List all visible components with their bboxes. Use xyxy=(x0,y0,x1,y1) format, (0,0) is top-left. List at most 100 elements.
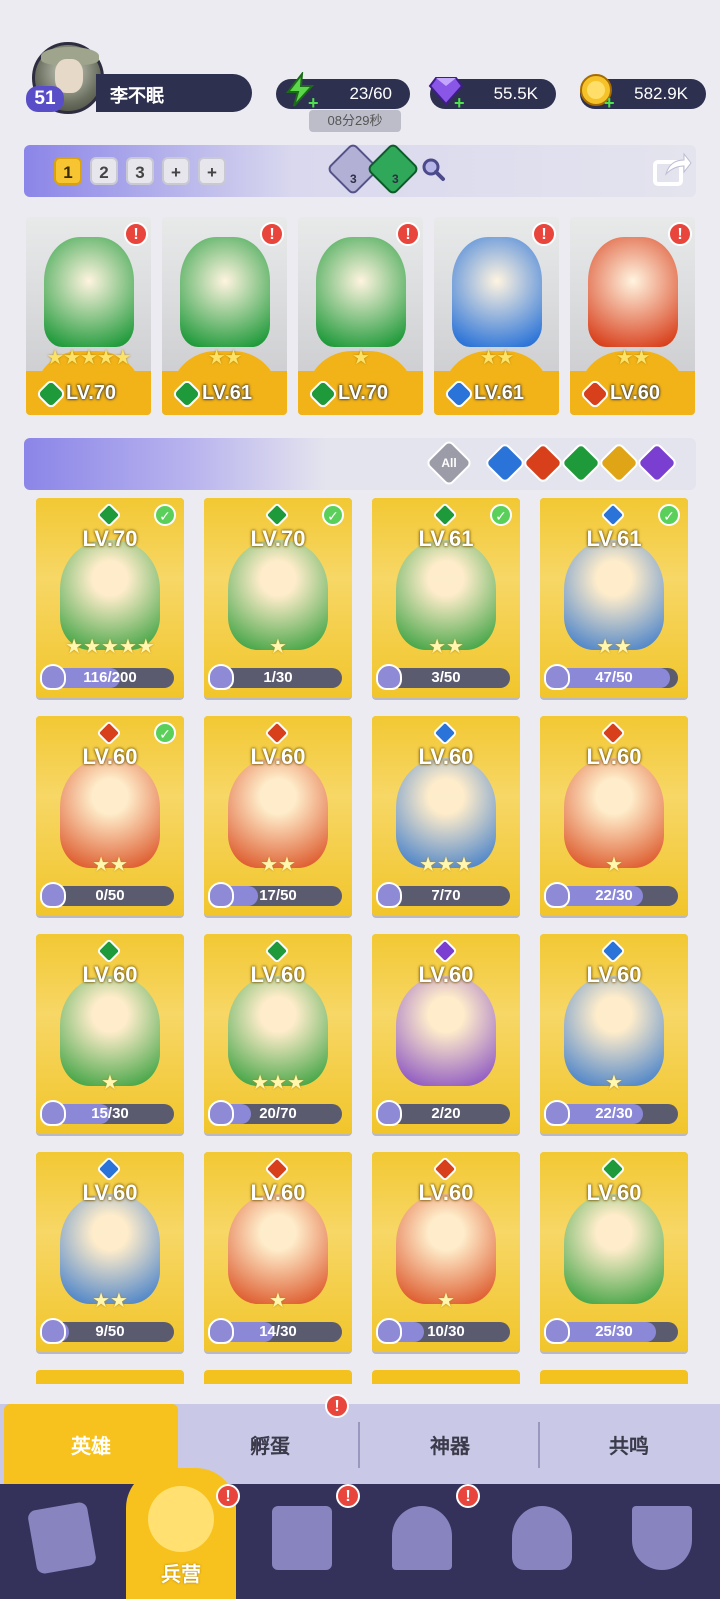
star-rating: ★ xyxy=(605,854,623,876)
team-hero-card[interactable]: ★ LV.70 xyxy=(298,217,423,415)
hero-portrait xyxy=(316,237,406,347)
tab-artifacts[interactable]: 神器 xyxy=(362,1404,538,1490)
nav-guild[interactable] xyxy=(622,1500,702,1580)
nav-castle[interactable] xyxy=(382,1500,462,1580)
team-slot-3[interactable]: 3 xyxy=(126,157,154,185)
star-rating: ★ xyxy=(437,1290,455,1312)
team-hero-card[interactable]: ★★ LV.61 xyxy=(434,217,559,415)
team-slot-2[interactable]: 2 xyxy=(90,157,118,185)
star-rating: ★★ xyxy=(260,854,296,876)
team-hero-card[interactable]: ★★ LV.61 xyxy=(162,217,287,415)
shard-icon xyxy=(544,882,570,908)
star-rating: ★★★ xyxy=(419,854,473,876)
nav-cards-icon[interactable] xyxy=(22,1500,102,1580)
player-name: 李不眠 xyxy=(110,86,164,106)
team-slot-add-1[interactable]: + xyxy=(162,157,190,185)
team-hero-card[interactable]: ★★ LV.60 xyxy=(570,217,695,415)
energy-plus-icon[interactable]: + xyxy=(308,94,322,112)
hero-card-partial[interactable] xyxy=(36,1370,184,1384)
castle-alert-badge: ! xyxy=(456,1484,480,1508)
hero-level: LV.61 xyxy=(474,382,525,404)
star-rating: ★★ xyxy=(596,636,632,658)
hero-alert-badge: ! xyxy=(532,222,556,246)
hero-card[interactable]: LV.61 ★★ 3/50 ✓ xyxy=(372,498,520,698)
coins-plus-icon[interactable]: + xyxy=(604,94,618,112)
shard-icon xyxy=(544,1100,570,1126)
in-team-check-icon: ✓ xyxy=(658,504,680,526)
hero-card[interactable]: LV.60 ★★★ 20/70 xyxy=(204,934,352,1134)
energy-value: 23/60 xyxy=(349,84,392,103)
hero-card[interactable]: LV.60 ★★★ 7/70 xyxy=(372,716,520,916)
hero-card[interactable]: LV.60 ★ 22/30 xyxy=(540,934,688,1134)
hero-level: LV.60 xyxy=(418,1180,474,1205)
hero-card-partial[interactable] xyxy=(204,1370,352,1384)
hero-level: LV.70 xyxy=(250,526,306,551)
star-rating: ★ xyxy=(269,1290,287,1312)
search-icon[interactable] xyxy=(420,156,446,182)
hero-portrait xyxy=(564,1194,664,1304)
hero-portrait xyxy=(452,237,542,347)
hero-level: LV.70 xyxy=(338,382,389,404)
energy-icon: + xyxy=(282,70,319,112)
hero-portrait xyxy=(44,237,134,347)
castle-icon xyxy=(392,1506,452,1570)
team-slot-add-2[interactable]: + xyxy=(198,157,226,185)
tab-divider xyxy=(538,1422,540,1468)
player-level-badge: 51 xyxy=(26,86,64,112)
hero-card[interactable]: LV.60 2/20 xyxy=(372,934,520,1134)
shard-icon xyxy=(376,882,402,908)
hero-card[interactable]: LV.60 ★ 14/30 xyxy=(204,1152,352,1352)
shard-icon xyxy=(40,1100,66,1126)
mushroom-icon xyxy=(512,1506,572,1570)
hero-card[interactable]: LV.60 ★★ 9/50 xyxy=(36,1152,184,1352)
hero-card[interactable]: LV.60 25/30 xyxy=(540,1152,688,1352)
map-icon xyxy=(272,1506,332,1570)
star-rating: ★★ xyxy=(207,347,243,369)
nav-mushroom[interactable] xyxy=(502,1500,582,1580)
gems-plus-icon[interactable]: + xyxy=(454,94,468,112)
shard-icon xyxy=(376,1100,402,1126)
hero-card[interactable]: LV.70 ★★★★★ 116/200 ✓ xyxy=(36,498,184,698)
shard-icon xyxy=(544,1318,570,1344)
tab-divider xyxy=(358,1422,360,1468)
tab-resonance[interactable]: 共鸣 xyxy=(542,1404,716,1490)
nav-map[interactable] xyxy=(262,1500,342,1580)
shard-icon xyxy=(40,882,66,908)
hero-card[interactable]: LV.60 ★ 15/30 xyxy=(36,934,184,1134)
star-rating: ★★★★★ xyxy=(46,347,132,369)
hero-level: LV.60 xyxy=(250,962,306,987)
hero-level: LV.60 xyxy=(418,962,474,987)
star-rating: ★★ xyxy=(92,1290,128,1312)
star-rating: ★★ xyxy=(479,347,515,369)
team-hero-card[interactable]: ★★★★★ LV.70 xyxy=(26,217,151,415)
hero-level: LV.60 xyxy=(82,744,138,769)
team-slot-1[interactable]: 1 xyxy=(54,157,82,185)
bottom-navigation xyxy=(0,1484,720,1599)
hero-card-partial[interactable] xyxy=(372,1370,520,1384)
hero-card-partial[interactable] xyxy=(540,1370,688,1384)
hero-level: LV.61 xyxy=(418,526,474,551)
shard-icon xyxy=(40,664,66,690)
hero-card[interactable]: LV.61 ★★ 47/50 ✓ xyxy=(540,498,688,698)
hero-card[interactable]: LV.60 ★★ 0/50 ✓ xyxy=(36,716,184,916)
hero-card[interactable]: LV.60 ★★ 17/50 xyxy=(204,716,352,916)
shard-icon xyxy=(40,1318,66,1344)
shard-icon xyxy=(376,664,402,690)
in-team-check-icon: ✓ xyxy=(490,504,512,526)
in-team-check-icon: ✓ xyxy=(154,722,176,744)
gems-value: 55.5K xyxy=(493,84,538,103)
player-name-pill[interactable]: 李不眠 xyxy=(96,74,252,112)
hero-card[interactable]: LV.60 ★ 10/30 xyxy=(372,1152,520,1352)
wind-crystal-count: 3 xyxy=(392,172,399,186)
hero-card[interactable]: LV.70 ★ 1/30 ✓ xyxy=(204,498,352,698)
hero-card[interactable]: LV.60 ★ 22/30 xyxy=(540,716,688,916)
nav-barracks-label: 兵营 xyxy=(161,1564,201,1586)
share-icon[interactable] xyxy=(652,152,692,188)
hero-level: LV.60 xyxy=(586,1180,642,1205)
star-rating: ★ xyxy=(269,636,287,658)
in-team-check-icon: ✓ xyxy=(322,504,344,526)
guild-banner-icon xyxy=(632,1506,692,1570)
hero-portrait xyxy=(396,976,496,1086)
gem-icon: + xyxy=(428,72,465,112)
shard-icon xyxy=(208,882,234,908)
